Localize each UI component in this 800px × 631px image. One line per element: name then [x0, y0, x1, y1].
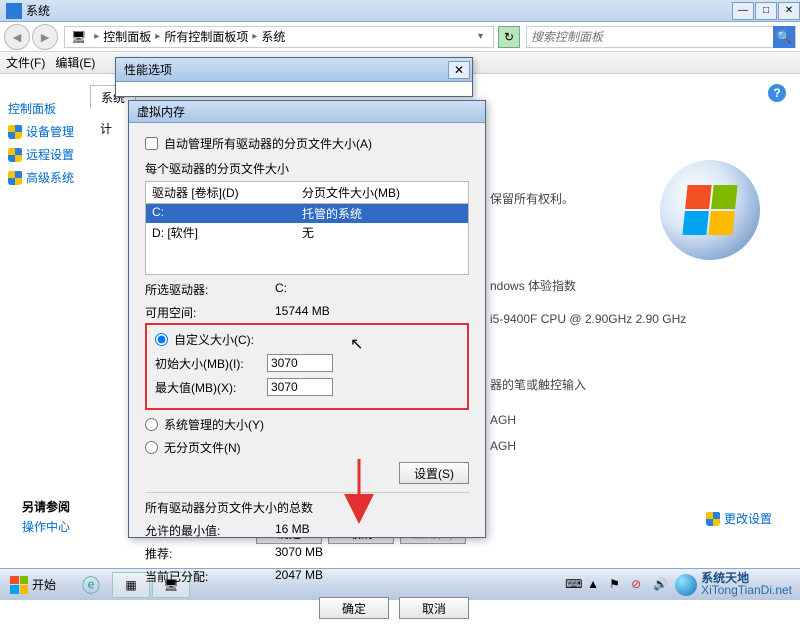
- drive-row-c[interactable]: C: 托管的系统: [146, 204, 468, 223]
- menu-edit[interactable]: 编辑(E): [55, 54, 95, 71]
- perf-title: 性能选项: [124, 61, 172, 78]
- auto-manage-label: 自动管理所有驱动器的分页文件大小(A): [164, 135, 372, 152]
- cursor-icon: ↖: [350, 334, 363, 354]
- cpu-value: i5-9400F CPU @ 2.90GHz 2.90 GHz: [490, 312, 790, 326]
- vm-cancel-button[interactable]: 取消: [399, 597, 469, 619]
- max-size-label: 最大值(MB)(X):: [155, 379, 267, 396]
- arrow-annotation: [344, 454, 374, 527]
- search-box[interactable]: 🔍: [526, 26, 796, 48]
- per-drive-label: 每个驱动器的分页文件大小: [145, 160, 469, 177]
- start-button[interactable]: 开始: [0, 569, 66, 601]
- highlight-box: 自定义大小(C): 初始大小(MB)(I): 最大值(MB)(X):: [145, 323, 469, 410]
- sidebar: 控制面板 设备管理 远程设置 高级系统: [8, 100, 98, 192]
- virtual-memory-dialog: 虚拟内存 自动管理所有驱动器的分页文件大小(A) 每个驱动器的分页文件大小 驱动…: [128, 100, 486, 538]
- start-label: 开始: [32, 576, 56, 593]
- shield-icon: [8, 171, 22, 185]
- menu-file[interactable]: 文件(F): [6, 54, 45, 71]
- tray-up-icon[interactable]: ▲: [587, 577, 603, 593]
- main-titlebar[interactable]: 系统 — □ ✕: [0, 0, 800, 22]
- back-button[interactable]: ◄: [4, 24, 30, 50]
- drive-list[interactable]: C: 托管的系统 D: [软件] 无: [145, 203, 469, 275]
- tray-volume-icon[interactable]: 🔊: [653, 577, 669, 593]
- system-managed-label: 系统管理的大小(Y): [164, 416, 264, 433]
- vm-title: 虚拟内存: [137, 103, 185, 120]
- system-info-panel: 保留所有权利。 ndows 体验指数 i5-9400F CPU @ 2.90GH…: [490, 90, 790, 471]
- drive-list-header: 驱动器 [卷标](D) 分页文件大小(MB): [145, 181, 469, 203]
- vm-ok-button[interactable]: 确定: [319, 597, 389, 619]
- action-center-link[interactable]: 操作中心: [22, 518, 70, 535]
- main-title: 系统: [26, 2, 50, 19]
- refresh-button[interactable]: ↻: [498, 26, 520, 48]
- col-size: 分页文件大小(MB): [302, 184, 400, 201]
- selected-drive-label: 所选驱动器:: [145, 281, 275, 298]
- shield-icon: [8, 125, 22, 139]
- perf-close-button[interactable]: ✕: [448, 61, 470, 79]
- set-button[interactable]: 设置(S): [399, 462, 469, 484]
- crumb-all-items[interactable]: 所有控制面板项: [164, 28, 248, 45]
- wei-label: ndows 体验指数: [490, 277, 790, 294]
- agh1: AGH: [490, 413, 790, 427]
- no-paging-label: 无分页文件(N): [164, 439, 241, 456]
- available-value: 15744 MB: [275, 304, 330, 321]
- change-settings-link[interactable]: 更改设置: [706, 510, 772, 527]
- see-also-heading: 另请参阅: [22, 498, 70, 515]
- maximize-button[interactable]: □: [755, 2, 777, 20]
- max-size-input[interactable]: [267, 378, 333, 396]
- system-tray: ⌨ ▲ ⚑ ⊘ 🔊 系统天地XiTongTianDi.net: [565, 573, 800, 597]
- tab-computer[interactable]: 计: [100, 120, 112, 137]
- agh2: AGH: [490, 439, 790, 453]
- available-label: 可用空间:: [145, 304, 275, 321]
- forward-button[interactable]: ►: [32, 24, 58, 50]
- custom-size-radio[interactable]: [155, 333, 168, 346]
- pen-value: 器的笔或触控输入: [490, 376, 790, 393]
- windows-flag-icon: [10, 576, 28, 594]
- drive-row-d[interactable]: D: [软件] 无: [146, 223, 468, 242]
- shield-icon: [706, 512, 720, 526]
- link-device-manager[interactable]: 设备管理: [8, 123, 98, 140]
- custom-size-label: 自定义大小(C):: [174, 331, 254, 348]
- perf-titlebar[interactable]: 性能选项 ✕: [116, 58, 472, 82]
- performance-options-dialog: 性能选项 ✕: [115, 57, 473, 97]
- globe-icon: [675, 574, 697, 596]
- initial-size-input[interactable]: [267, 354, 333, 372]
- breadcrumb[interactable]: 🖥 ▸ 控制面板 ▸ 所有控制面板项 ▸ 系统 ▾: [64, 26, 494, 48]
- link-control-panel[interactable]: 控制面板: [8, 100, 98, 117]
- close-button[interactable]: ✕: [778, 2, 800, 20]
- link-advanced-system[interactable]: 高级系统: [8, 169, 98, 186]
- watermark: 系统天地XiTongTianDi.net: [675, 573, 792, 597]
- selected-drive-value: C:: [275, 281, 287, 298]
- no-paging-radio[interactable]: [145, 441, 158, 454]
- vm-titlebar[interactable]: 虚拟内存: [129, 101, 485, 123]
- system-managed-radio[interactable]: [145, 418, 158, 431]
- windows-logo: [660, 160, 760, 260]
- search-input[interactable]: [527, 30, 773, 44]
- tray-action-icon[interactable]: ⚑: [609, 577, 625, 593]
- crumb-system[interactable]: 系统: [261, 28, 285, 45]
- minimize-button[interactable]: —: [732, 2, 754, 20]
- crumb-control-panel[interactable]: 控制面板: [103, 28, 151, 45]
- system-icon: [6, 3, 22, 19]
- taskbar-app-browser[interactable]: ⓔ: [72, 572, 110, 598]
- tray-network-icon[interactable]: ⊘: [631, 577, 647, 593]
- auto-manage-checkbox[interactable]: [145, 137, 158, 150]
- initial-size-label: 初始大小(MB)(I):: [155, 355, 267, 372]
- tray-keyboard-icon[interactable]: ⌨: [565, 577, 581, 593]
- shield-icon: [8, 148, 22, 162]
- search-go-button[interactable]: 🔍: [773, 26, 795, 48]
- col-drive: 驱动器 [卷标](D): [152, 184, 302, 201]
- totals-group: 所有驱动器分页文件大小的总数 允许的最小值:16 MB 推荐:3070 MB 当…: [145, 492, 469, 585]
- link-remote-settings[interactable]: 远程设置: [8, 146, 98, 163]
- totals-title: 所有驱动器分页文件大小的总数: [145, 499, 469, 516]
- navbar: ◄ ► 🖥 ▸ 控制面板 ▸ 所有控制面板项 ▸ 系统 ▾ ↻ 🔍: [0, 22, 800, 52]
